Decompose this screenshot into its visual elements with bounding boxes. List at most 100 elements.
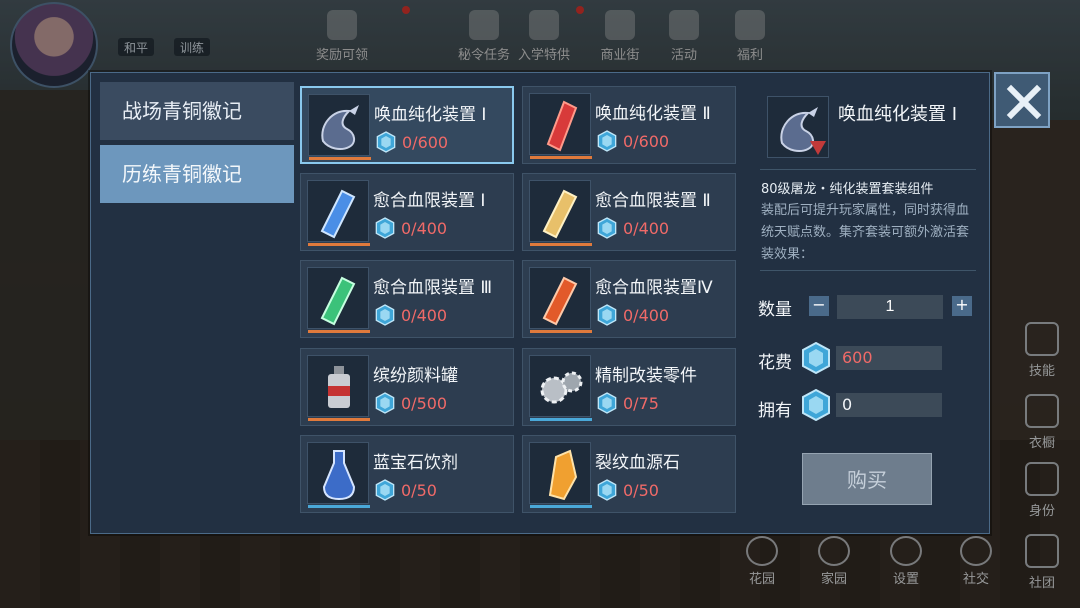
item-name: 愈合血限装置 Ⅰ — [373, 191, 486, 211]
rarity-bar — [308, 330, 370, 333]
orange-crystal-icon — [542, 276, 578, 326]
item-image — [529, 180, 592, 246]
item-cost-value: 0/75 — [623, 393, 659, 413]
rarity-bar — [530, 243, 592, 246]
item-cost: 0/50 — [375, 479, 437, 501]
item-image — [307, 355, 370, 421]
item-cost-value: 0/50 — [623, 480, 659, 500]
detail-set-name: 80级屠龙・纯化装置套装组件 — [761, 182, 934, 197]
cost-label: 花费 — [758, 353, 792, 373]
item-name: 裂纹血源石 — [595, 453, 680, 473]
cost-value: 600 — [836, 346, 942, 370]
item-image — [529, 355, 592, 421]
detail-description: 装配后可提升玩家属性，同时获得血统天赋点数。集齐套装可额外激活套装效果： — [761, 203, 970, 262]
shop-item-card[interactable]: 裂纹血源石 0/50 — [522, 435, 736, 513]
item-name: 愈合血限装置Ⅳ — [595, 278, 713, 298]
item-cost-value: 0/50 — [401, 480, 437, 500]
badge-currency-icon — [375, 392, 395, 414]
badge-currency-icon — [375, 217, 395, 239]
red-crystal-icon — [546, 100, 578, 152]
owned-label: 拥有 — [758, 401, 792, 421]
green-crystal-icon — [320, 276, 356, 326]
badge-currency-icon — [597, 392, 617, 414]
item-cost: 0/400 — [597, 304, 669, 326]
item-name: 愈合血限装置 Ⅱ — [595, 191, 711, 211]
quantity-increase-button[interactable]: + — [952, 296, 972, 316]
badge-currency-icon — [597, 130, 617, 152]
rarity-bar — [530, 418, 592, 421]
rarity-bar — [308, 243, 370, 246]
blue-crystal-icon — [320, 189, 356, 239]
rarity-bar — [309, 157, 371, 160]
item-cost: 0/50 — [597, 479, 659, 501]
paint-can-icon — [328, 366, 350, 408]
detail-title: 唤血纯化装置 Ⅰ — [838, 104, 958, 125]
item-image — [529, 267, 592, 333]
item-image — [529, 93, 592, 159]
shop-item-card[interactable]: 唤血纯化装置 Ⅰ 0/600 — [300, 86, 514, 164]
item-cost-value: 0/400 — [623, 305, 670, 325]
item-cost: 0/400 — [597, 217, 669, 239]
amber-stone-icon — [548, 449, 578, 501]
quantity-decrease-button[interactable]: − — [809, 296, 829, 316]
rarity-bar — [308, 505, 370, 508]
tab-training-bronze-badge[interactable]: 历练青铜徽记 — [100, 145, 294, 203]
item-name: 蓝宝石饮剂 — [373, 453, 458, 473]
shop-item-card[interactable]: 愈合血限装置 Ⅰ 0/400 — [300, 173, 514, 251]
quantity-label: 数量 — [758, 300, 792, 320]
rarity-bar — [530, 505, 592, 508]
potion-flask-icon — [322, 450, 356, 501]
shop-item-card[interactable]: 蓝宝石饮剂 0/50 — [300, 435, 514, 513]
item-cost-value: 0/500 — [401, 393, 448, 413]
dragon-emblem-icon — [321, 105, 359, 150]
item-cost: 0/600 — [376, 131, 448, 153]
badge-currency-icon — [376, 131, 396, 153]
item-cost-value: 0/400 — [401, 218, 448, 238]
close-icon — [1006, 84, 1042, 120]
item-cost-value: 0/600 — [402, 132, 449, 152]
rarity-bar — [530, 156, 592, 159]
dragon-emblem-icon — [780, 107, 826, 155]
badge-currency-icon — [597, 304, 617, 326]
badge-currency-icon — [375, 304, 395, 326]
item-name: 缤纷颜料罐 — [373, 366, 458, 386]
shop-item-card[interactable]: 精制改装零件 0/75 — [522, 348, 736, 426]
shop-item-card[interactable]: 愈合血限装置Ⅳ 0/400 — [522, 260, 736, 338]
item-image — [307, 180, 370, 246]
item-image — [307, 267, 370, 333]
gold-crystal-icon — [542, 189, 578, 239]
item-image — [308, 94, 371, 160]
item-cost: 0/500 — [375, 392, 447, 414]
badge-currency-icon — [375, 479, 395, 501]
buy-button[interactable]: 购买 — [802, 453, 932, 505]
divider — [760, 169, 976, 170]
item-cost: 0/75 — [597, 392, 659, 414]
shop-item-card[interactable]: 愈合血限装置 Ⅱ 0/400 — [522, 173, 736, 251]
badge-currency-icon — [802, 389, 830, 421]
gear-parts-icon — [540, 371, 583, 404]
tab-battlefield-bronze-badge[interactable]: 战场青铜徽记 — [100, 82, 294, 140]
shop-item-card[interactable]: 缤纷颜料罐 0/500 — [300, 348, 514, 426]
item-image — [307, 442, 370, 508]
item-cost-value: 0/400 — [401, 305, 448, 325]
shop-item-card[interactable]: 唤血纯化装置 Ⅱ 0/600 — [522, 86, 736, 164]
close-button[interactable] — [994, 72, 1050, 128]
item-cost: 0/400 — [375, 304, 447, 326]
item-name: 唤血纯化装置 Ⅰ — [374, 105, 487, 125]
badge-currency-icon — [597, 217, 617, 239]
owned-value: 0 — [836, 393, 942, 417]
badge-currency-icon — [802, 342, 830, 374]
item-cost: 0/400 — [375, 217, 447, 239]
shop-item-card[interactable]: 愈合血限装置 Ⅲ 0/400 — [300, 260, 514, 338]
rarity-bar — [530, 330, 592, 333]
badge-currency-icon — [597, 479, 617, 501]
rarity-bar — [308, 418, 370, 421]
item-cost-value: 0/600 — [623, 131, 670, 151]
item-name: 愈合血限装置 Ⅲ — [373, 278, 493, 298]
item-cost: 0/600 — [597, 130, 669, 152]
detail-item-image — [767, 96, 829, 158]
item-name: 精制改装零件 — [595, 366, 697, 386]
quantity-input[interactable] — [837, 295, 943, 319]
item-image — [529, 442, 592, 508]
item-name: 唤血纯化装置 Ⅱ — [595, 104, 711, 124]
